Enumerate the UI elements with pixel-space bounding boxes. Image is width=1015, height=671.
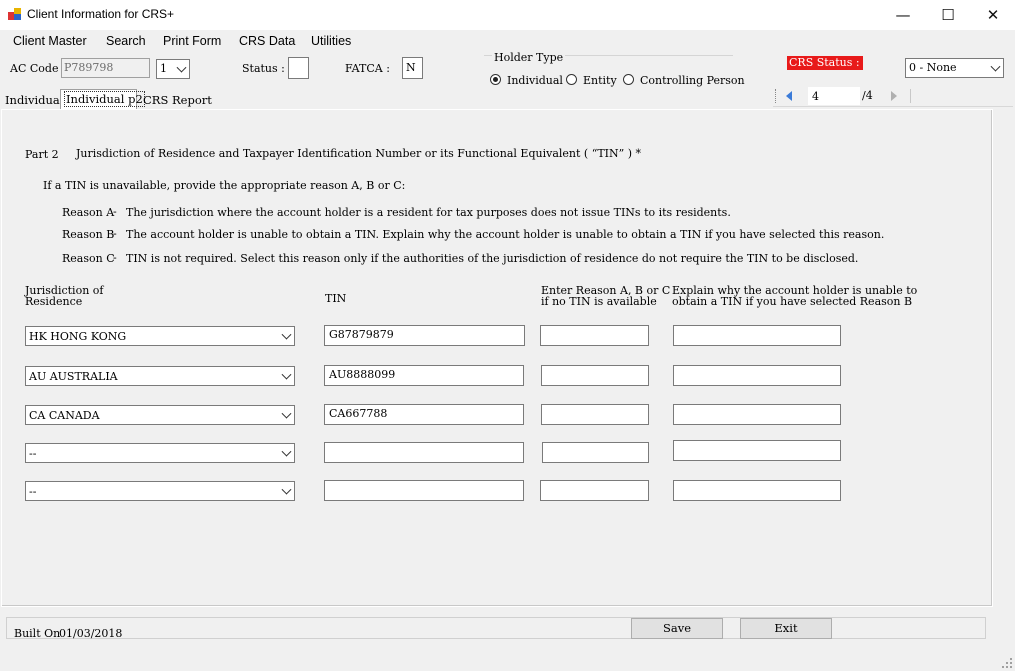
reason-a-label: Reason A (62, 206, 115, 219)
part-number: Part 2 (25, 148, 59, 161)
minimize-icon[interactable]: — (880, 0, 926, 30)
jurisdiction-dropdown-4[interactable]: -- (25, 443, 295, 463)
ac-seq-value: 1 (160, 62, 167, 75)
jurisdiction-value: CA CANADA (29, 409, 100, 422)
tab-individual[interactable]: Individual (2, 91, 66, 108)
dash: - (113, 227, 117, 240)
reason-b-label: Reason B (62, 228, 115, 241)
chevron-down-icon (281, 446, 292, 457)
jurisdiction-dropdown-5[interactable]: -- (25, 481, 295, 501)
radio-individual[interactable] (490, 74, 501, 85)
crs-status-label: CRS Status : (787, 56, 863, 70)
fatca-field[interactable]: N (402, 57, 423, 79)
chevron-down-icon (176, 62, 187, 73)
explain-field-5[interactable] (673, 480, 841, 501)
record-number-field[interactable]: 4 (808, 87, 860, 105)
reason-field-3[interactable] (541, 404, 649, 425)
previous-record-icon[interactable] (784, 90, 794, 102)
jurisdiction-value: AU AUSTRALIA (29, 370, 118, 383)
status-label: Status : (242, 62, 285, 75)
radio-entity-label[interactable]: Entity (583, 74, 617, 87)
tab-individual-p2[interactable]: Individual p2 (60, 89, 145, 109)
menu-client-master[interactable]: Client Master (13, 34, 87, 48)
status-strip (6, 617, 986, 639)
crs-status-dropdown[interactable]: 0 - None (905, 58, 1004, 78)
holder-type-label: Holder Type (492, 51, 566, 64)
tab-crs-report-label: CRS Report (143, 93, 212, 107)
jurisdiction-value: -- (29, 485, 37, 498)
radio-controlling-person[interactable] (623, 74, 634, 85)
radio-controlling-person-label[interactable]: Controlling Person (640, 74, 745, 87)
menu-crs-data[interactable]: CRS Data (239, 34, 295, 48)
header-jurisdiction-line2: Residence (25, 295, 83, 308)
header-tin: TIN (325, 292, 347, 305)
ac-code-label: AC Code : (10, 62, 66, 75)
dash: - (113, 205, 117, 218)
tab-individual-label: Individual (5, 93, 64, 107)
menu-bar (0, 32, 1015, 52)
ac-code-field[interactable]: P789798 (61, 58, 150, 78)
save-button[interactable]: Save (631, 618, 723, 639)
radio-entity[interactable] (566, 74, 577, 85)
jurisdiction-dropdown-2[interactable]: AU AUSTRALIA (25, 366, 295, 386)
built-on-date: 01/03/2018 (59, 627, 123, 640)
window-title: Client Information for CRS+ (27, 7, 175, 21)
jurisdiction-value: -- (29, 447, 37, 460)
header-reason: Enter Reason A, B or C if no TIN is avai… (541, 285, 670, 307)
chevron-down-icon (281, 329, 292, 340)
chevron-down-icon (990, 61, 1001, 72)
menu-search[interactable]: Search (106, 34, 146, 48)
header-explain: Explain why the account holder is unable… (672, 285, 917, 307)
navigator-separator (910, 89, 911, 103)
tab-individual-p2-label: Individual p2 (64, 91, 145, 107)
tin-field-2[interactable]: AU8888099 (324, 365, 524, 386)
dash: - (113, 251, 117, 264)
reason-c-text: TIN is not required. Select this reason … (126, 252, 859, 265)
resize-grip-icon[interactable] (1001, 657, 1013, 669)
tin-field-3[interactable]: CA667788 (324, 404, 524, 425)
navigator-grip (775, 89, 777, 103)
reason-a-text: The jurisdiction where the account holde… (126, 206, 731, 219)
explain-field-2[interactable] (673, 365, 841, 386)
jurisdiction-dropdown-1[interactable]: HK HONG KONG (25, 326, 295, 346)
status-field[interactable] (288, 57, 309, 79)
header-jurisdiction: Jurisdiction of Residence (25, 285, 103, 307)
tin-field-1[interactable]: G87879879 (324, 325, 525, 346)
tin-field-4[interactable] (324, 442, 524, 463)
close-icon[interactable]: ✕ (970, 0, 1015, 30)
reason-field-1[interactable] (540, 325, 649, 346)
reason-intro: If a TIN is unavailable, provide the app… (43, 179, 406, 192)
reason-field-2[interactable] (541, 365, 649, 386)
chevron-down-icon (281, 408, 292, 419)
header-reason-line2: if no TIN is available (541, 295, 657, 308)
tin-field-5[interactable] (324, 480, 524, 501)
fatca-label: FATCA : (345, 62, 390, 75)
built-on-label: Built On (14, 627, 61, 640)
part-title: Jurisdiction of Residence and Taxpayer I… (76, 147, 642, 160)
explain-field-1[interactable] (673, 325, 841, 346)
record-total: /4 (862, 89, 873, 102)
header-explain-line2: obtain a TIN if you have selected Reason… (672, 295, 913, 308)
chevron-down-icon (281, 484, 292, 495)
ac-seq-dropdown[interactable]: 1 (156, 59, 190, 79)
chevron-down-icon (281, 369, 292, 380)
crs-status-value: 0 - None (909, 61, 957, 74)
jurisdiction-dropdown-3[interactable]: CA CANADA (25, 405, 295, 425)
maximize-icon[interactable]: ☐ (925, 0, 971, 30)
next-record-icon[interactable] (889, 90, 899, 102)
menu-utilities[interactable]: Utilities (311, 34, 351, 48)
tab-crs-report[interactable]: CRS Report (140, 91, 215, 108)
exit-button[interactable]: Exit (740, 618, 832, 639)
radio-individual-label[interactable]: Individual (507, 74, 563, 87)
jurisdiction-value: HK HONG KONG (29, 330, 127, 343)
menu-print-form[interactable]: Print Form (163, 34, 221, 48)
app-icon (8, 8, 21, 20)
explain-field-3[interactable] (673, 404, 841, 425)
explain-field-4[interactable] (673, 440, 841, 461)
reason-field-4[interactable] (542, 442, 649, 463)
reason-field-5[interactable] (540, 480, 649, 501)
title-bar: Client Information for CRS+ — ☐ ✕ (0, 0, 1015, 30)
reason-b-text: The account holder is unable to obtain a… (126, 228, 885, 241)
reason-c-label: Reason C (62, 252, 115, 265)
